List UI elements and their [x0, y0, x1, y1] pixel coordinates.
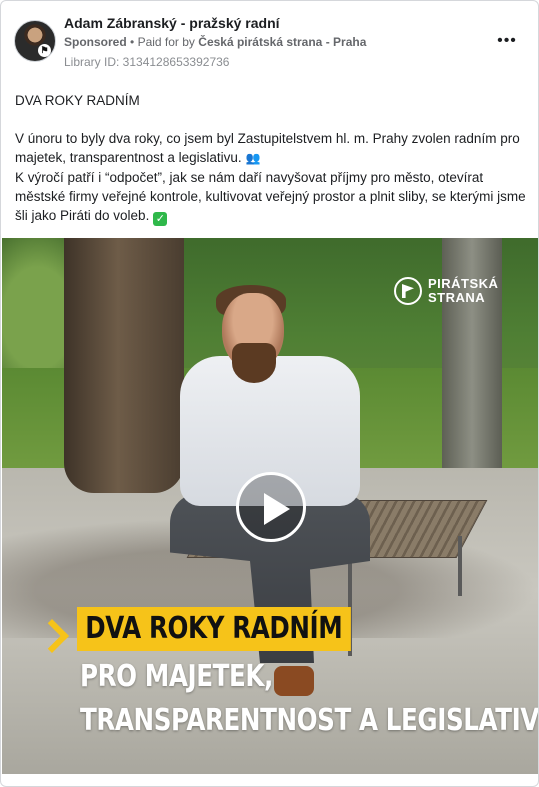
- avatar[interactable]: ⚑: [14, 20, 56, 62]
- more-options-button[interactable]: •••: [494, 31, 520, 51]
- post-paragraph-1: V únoru to byly dva roky, co jsem byl Za…: [15, 131, 520, 165]
- pirate-flag-icon: [394, 277, 422, 305]
- post-paragraph-2: K výročí patří i “odpočet”, jak se nám d…: [15, 170, 526, 226]
- ad-card: ⚑ Adam Zábranský - pražský radní Sponsor…: [0, 0, 539, 787]
- headline-line-3: TRANSPARENTNOST A LEGISLATIVU: [80, 703, 539, 738]
- pirate-party-logo: PIRÁTSKÁ STRANA: [394, 274, 508, 308]
- sponsored-label: Sponsored: [64, 35, 127, 49]
- logo-line-2: STRANA: [428, 290, 486, 305]
- headline-line-2: PRO MAJETEK,: [80, 659, 274, 694]
- headline-highlight: DVA ROKY RADNÍM: [77, 607, 351, 651]
- payer-name[interactable]: Česká pirátská strana - Praha: [198, 35, 366, 49]
- chevron-right-icon: [38, 618, 66, 654]
- paid-for-label: Paid for by: [137, 35, 195, 49]
- post-title: DVA ROKY RADNÍM: [15, 93, 140, 108]
- library-id: Library ID: 3134128653392736: [64, 55, 230, 69]
- more-horizontal-icon: •••: [497, 32, 517, 49]
- people-emoji-icon: 👥: [245, 151, 261, 165]
- page-name-link[interactable]: Adam Zábranský - pražský radní: [64, 15, 280, 31]
- pirate-party-badge-icon: ⚑: [38, 44, 51, 57]
- play-button-icon[interactable]: [236, 472, 306, 542]
- logo-line-1: PIRÁTSKÁ: [428, 276, 499, 291]
- post-header: ⚑ Adam Zábranský - pražský radní Sponsor…: [1, 1, 538, 79]
- post-text: DVA ROKY RADNÍM V únoru to byly dva roky…: [15, 91, 527, 226]
- video-thumbnail[interactable]: PIRÁTSKÁ STRANA DVA ROKY RADNÍM PRO MAJE…: [2, 238, 539, 774]
- tree-trunk-left: [64, 238, 184, 493]
- check-mark-emoji-icon: ✓: [153, 212, 168, 226]
- separator-dot: •: [130, 35, 138, 49]
- tree-trunk-right: [442, 238, 502, 468]
- sponsor-line: Sponsored • Paid for by Česká pirátská s…: [64, 35, 366, 49]
